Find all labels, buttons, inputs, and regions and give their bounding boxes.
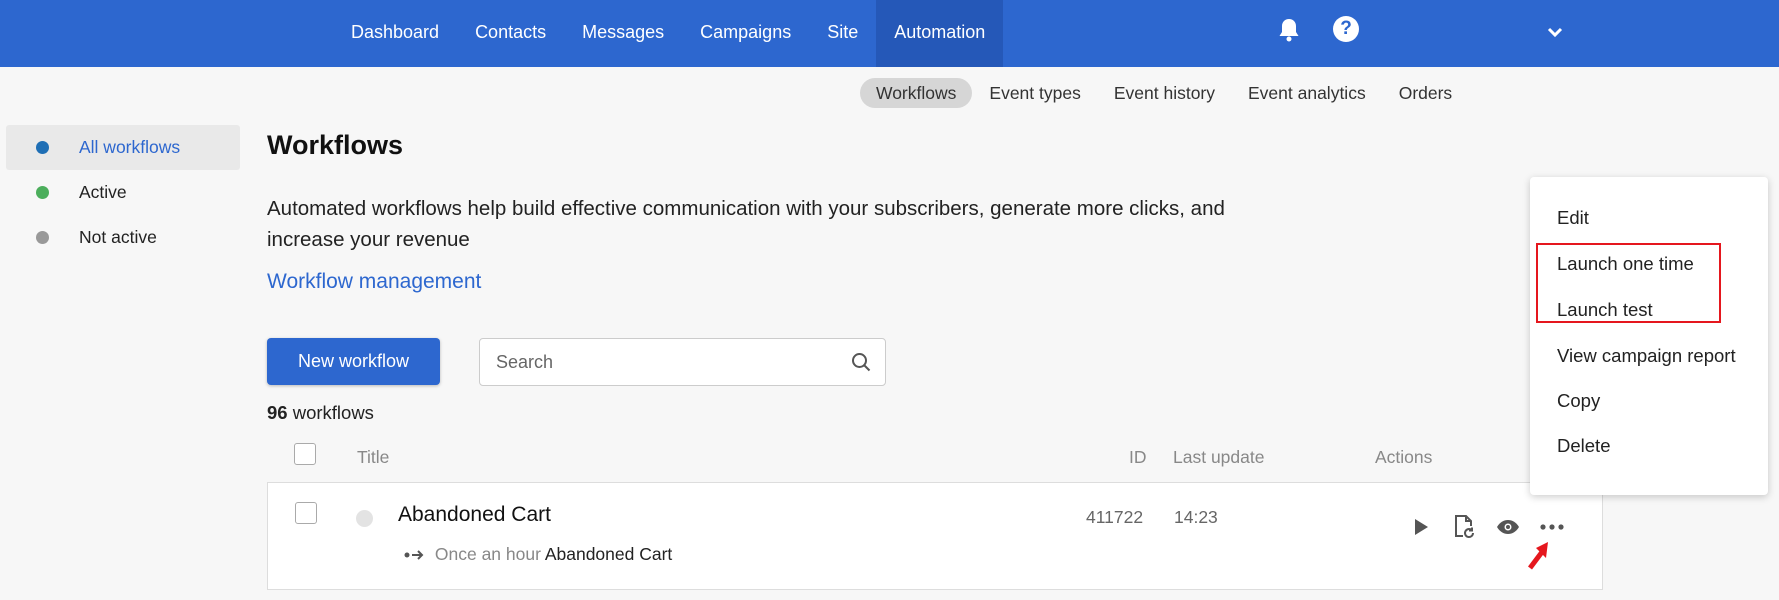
restart-document-icon[interactable] — [1451, 514, 1477, 540]
tab-event-history[interactable]: Event history — [1098, 78, 1231, 108]
menu-item-copy[interactable]: Copy — [1557, 390, 1600, 412]
play-icon[interactable] — [1408, 514, 1434, 540]
search-icon[interactable] — [851, 352, 871, 377]
sidebar-item-not-active[interactable]: Not active — [6, 215, 240, 260]
menu-item-edit[interactable]: Edit — [1557, 207, 1589, 229]
header-title: Title — [357, 447, 390, 467]
workflow-count: 96 workflows — [267, 402, 374, 424]
nav-messages[interactable]: Messages — [564, 0, 682, 67]
nav-campaigns[interactable]: Campaigns — [682, 0, 809, 67]
header-actions: Actions — [1375, 447, 1433, 467]
sub-nav: Workflows Event types Event history Even… — [860, 78, 1469, 108]
sidebar-item-active[interactable]: Active — [6, 170, 240, 215]
workflow-title[interactable]: Abandoned Cart — [398, 503, 551, 527]
header-id: ID — [1129, 447, 1147, 467]
sidebar-item-all-workflows[interactable]: All workflows — [6, 125, 240, 170]
nav-contacts[interactable]: Contacts — [457, 0, 564, 67]
menu-item-view-campaign-report[interactable]: View campaign report — [1557, 345, 1736, 367]
search-box — [479, 338, 886, 386]
sidebar-item-label: Not active — [79, 227, 157, 247]
count-number: 96 — [267, 402, 288, 423]
page-title: Workflows — [267, 130, 404, 160]
more-icon[interactable] — [1539, 514, 1565, 540]
count-label: workflows — [292, 402, 374, 423]
tab-event-types[interactable]: Event types — [973, 78, 1096, 108]
red-arrow-icon — [1526, 540, 1556, 575]
schedule-label: Once an hour — [434, 544, 541, 564]
schedule-event-name: Abandoned Cart — [544, 544, 673, 564]
main-nav: Dashboard Contacts Messages Campaigns Si… — [333, 0, 1004, 67]
search-input[interactable] — [496, 339, 836, 385]
select-all-checkbox[interactable] — [294, 443, 316, 465]
new-workflow-button[interactable]: New workflow — [267, 338, 440, 385]
row-checkbox[interactable] — [295, 502, 317, 524]
menu-item-delete[interactable]: Delete — [1557, 435, 1610, 457]
status-dot-icon — [36, 186, 49, 199]
nav-automation[interactable]: Automation — [876, 0, 1004, 67]
workflow-management-link[interactable]: Workflow management — [267, 270, 481, 294]
menu-item-launch-test[interactable]: Launch test — [1557, 299, 1653, 321]
table-row[interactable]: Abandoned Cart Once an hour Abandoned Ca… — [267, 482, 1603, 590]
bell-icon[interactable] — [1274, 15, 1304, 45]
tab-workflows[interactable]: Workflows — [860, 78, 973, 108]
help-icon[interactable]: ? — [1333, 16, 1359, 42]
workflow-id: 411722 — [1086, 507, 1144, 527]
nav-dashboard[interactable]: Dashboard — [333, 0, 457, 67]
actions-menu: Edit Launch one time Launch test View ca… — [1530, 177, 1768, 495]
sidebar-item-label: Active — [79, 182, 127, 202]
sidebar-item-label: All workflows — [79, 137, 181, 157]
workflow-schedule: Once an hour Abandoned Cart — [404, 544, 672, 565]
trigger-arrow-icon — [404, 550, 424, 561]
status-dot-icon — [36, 231, 49, 244]
status-indicator — [356, 510, 373, 527]
menu-item-launch-one-time[interactable]: Launch one time — [1557, 253, 1694, 275]
tab-orders[interactable]: Orders — [1383, 78, 1468, 108]
tab-event-analytics[interactable]: Event analytics — [1232, 78, 1382, 108]
chevron-down-icon[interactable] — [1540, 17, 1570, 47]
top-navbar: Dashboard Contacts Messages Campaigns Si… — [0, 0, 1779, 67]
workflow-last-update: 14:23 — [1174, 507, 1218, 527]
status-dot-icon — [36, 141, 49, 154]
sidebar: All workflows Active Not active — [6, 125, 240, 260]
page-description: Automated workflows help build effective… — [267, 197, 1225, 251]
nav-site[interactable]: Site — [809, 0, 876, 67]
table-header: Title ID Last update Actions — [267, 440, 1603, 474]
header-last-update: Last update — [1173, 447, 1265, 467]
eye-icon[interactable] — [1495, 514, 1521, 540]
